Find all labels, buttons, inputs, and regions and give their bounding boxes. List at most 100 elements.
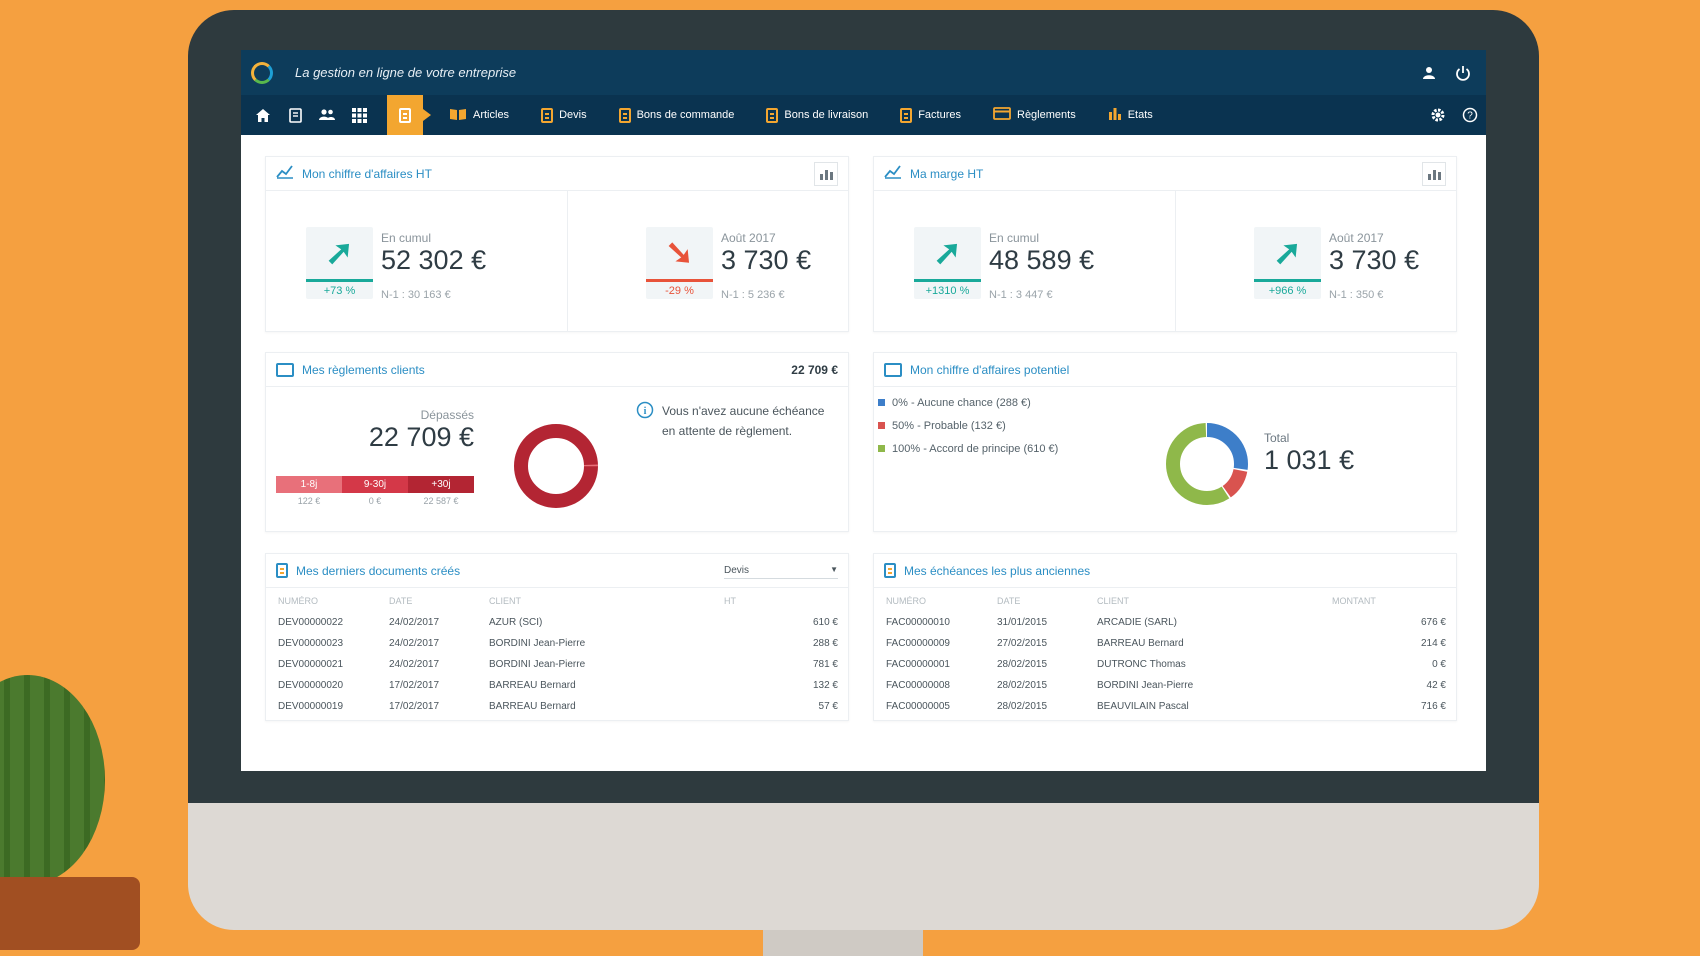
cell-ht: 610 € bbox=[812, 617, 838, 628]
document-type-select[interactable]: Devis ▼ bbox=[724, 563, 838, 579]
kpi-previous: N-1 : 350 € bbox=[1329, 289, 1384, 301]
panel-title: Mes règlements clients bbox=[302, 362, 425, 377]
table-row[interactable]: DEV00000022 24/02/2017 AZUR (SCI) 610 € bbox=[278, 612, 838, 633]
panel-title: Mon chiffre d'affaires potentiel bbox=[910, 362, 1070, 377]
contacts-book-icon[interactable] bbox=[279, 95, 311, 135]
nav-bons-livraison[interactable]: Bons de livraison bbox=[750, 95, 884, 135]
bucket-amount: 22 587 € bbox=[423, 496, 459, 506]
cell-ht: 132 € bbox=[812, 680, 838, 691]
cell-client: BARREAU Bernard bbox=[489, 680, 576, 691]
table-row[interactable]: DEV00000020 17/02/2017 BARREAU Bernard 132 … bbox=[278, 675, 838, 696]
nav-reglements[interactable]: Règlements bbox=[977, 95, 1092, 135]
arrow-up-icon: ➚ bbox=[1273, 234, 1302, 272]
cell-client: AZUR (SCI) bbox=[489, 617, 543, 628]
top-bar: La gestion en ligne de votre entreprise bbox=[241, 50, 1486, 95]
panel-title: Ma marge HT bbox=[910, 166, 984, 181]
cell-date: 28/02/2015 bbox=[997, 659, 1048, 670]
chart-toggle-button[interactable] bbox=[1422, 161, 1446, 186]
cell-date: 24/02/2017 bbox=[389, 659, 440, 670]
cell-client: BEAUVILAIN Pascal bbox=[1097, 701, 1189, 712]
cell-montant: 716 € bbox=[1420, 701, 1446, 712]
nav-factures-label: Factures bbox=[918, 109, 961, 121]
nav-reglements-label: Règlements bbox=[1017, 109, 1076, 121]
svg-text:?: ? bbox=[1467, 111, 1473, 122]
legend-label: 50% - Probable (132 €) bbox=[892, 419, 1006, 432]
cell-date: 28/02/2015 bbox=[997, 680, 1048, 691]
kpi-label: Août 2017 bbox=[721, 231, 776, 245]
chevron-down-icon: ▼ bbox=[830, 564, 838, 574]
bucket-label: +30j bbox=[408, 476, 474, 493]
users-icon[interactable] bbox=[311, 95, 343, 135]
table-row[interactable]: FAC00000005 28/02/2015 BEAUVILAIN Pascal 71… bbox=[886, 696, 1446, 717]
power-icon[interactable] bbox=[1450, 60, 1476, 86]
documents-menu-button[interactable] bbox=[387, 95, 431, 135]
cell-date: 31/01/2015 bbox=[997, 617, 1048, 628]
user-icon[interactable] bbox=[1416, 60, 1442, 86]
cell-montant: 0 € bbox=[1432, 659, 1446, 670]
nav-etats[interactable]: Etats bbox=[1092, 95, 1169, 135]
monitor-stand bbox=[763, 930, 923, 956]
nav-bons-commande[interactable]: Bons de commande bbox=[603, 95, 751, 135]
column-header: DATE bbox=[389, 596, 413, 606]
kpi-marge-cumul: ➚ +1310 % En cumul 48 589 € N-1 : 3 447 … bbox=[914, 227, 1094, 301]
kpi-label: En cumul bbox=[989, 231, 1040, 245]
table-row[interactable]: DEV00000019 17/02/2017 BARREAU Bernard 57 € bbox=[278, 696, 838, 717]
table-row[interactable]: FAC00000008 28/02/2015 BORDINI Jean-Pierre… bbox=[886, 675, 1446, 696]
panel-derniers-documents: Mes derniers documents créés Devis ▼ NUM… bbox=[265, 553, 849, 721]
nav-devis[interactable]: Devis bbox=[525, 95, 603, 135]
column-header: HT bbox=[724, 596, 736, 606]
table-row[interactable]: DEV00000023 24/02/2017 BORDINI Jean-Pierre… bbox=[278, 633, 838, 654]
nav-articles-label: Articles bbox=[473, 109, 510, 121]
chart-toggle-button[interactable] bbox=[814, 161, 838, 186]
table-row[interactable]: FAC00000001 28/02/2015 DUTRONC Thomas 0 € bbox=[886, 654, 1446, 675]
reglements-total: 22 709 € bbox=[791, 362, 838, 377]
panel-title: Mes derniers documents créés bbox=[296, 563, 461, 578]
cell-ht: 57 € bbox=[818, 701, 838, 712]
cell-numero: DEV00000019 bbox=[278, 701, 344, 712]
documents-table: NUMÉRO DATE CLIENT HT DEV00000022 24/02/2… bbox=[278, 590, 838, 717]
book-icon bbox=[449, 107, 467, 124]
select-value: Devis bbox=[724, 564, 750, 576]
cell-numero: DEV00000023 bbox=[278, 638, 344, 649]
kpi-value: 3 730 € bbox=[1329, 245, 1420, 275]
cell-montant: 676 € bbox=[1420, 617, 1446, 628]
nav-articles[interactable]: Articles bbox=[433, 95, 525, 135]
arrow-down-icon: ➘ bbox=[665, 234, 694, 272]
svg-text:i: i bbox=[644, 406, 647, 417]
kpi-previous: N-1 : 5 236 € bbox=[721, 289, 785, 301]
document-icon bbox=[399, 107, 411, 123]
settings-gear-icon[interactable] bbox=[1422, 95, 1454, 135]
cell-date: 24/02/2017 bbox=[389, 617, 440, 628]
aging-bucket: 9-30j 0 € bbox=[342, 476, 408, 506]
nav-etats-label: Etats bbox=[1127, 109, 1153, 121]
overdue-label: Dépassés bbox=[420, 408, 474, 422]
panel-marge: Ma marge HT ➚ +1310 % En cumul 48 589 € … bbox=[873, 156, 1457, 332]
app-tagline: La gestion en ligne de votre entreprise bbox=[295, 65, 517, 80]
help-icon[interactable]: ? bbox=[1454, 95, 1486, 135]
panel-chiffre-affaires: Mon chiffre d'affaires HT ➚ +73 % En cum… bbox=[265, 156, 849, 332]
legend-item: 50% - Probable (132 €) bbox=[878, 414, 1058, 437]
line-chart-icon bbox=[276, 163, 294, 184]
potentiel-donut-chart bbox=[1166, 423, 1248, 505]
apps-grid-icon[interactable] bbox=[343, 95, 375, 135]
table-row[interactable]: FAC00000009 27/02/2015 BARREAU Bernard 214 … bbox=[886, 633, 1446, 654]
cell-montant: 214 € bbox=[1420, 638, 1446, 649]
cell-client: BORDINI Jean-Pierre bbox=[1097, 680, 1194, 691]
nav-bons-commande-label: Bons de commande bbox=[636, 109, 735, 121]
kpi-percent: +966 % bbox=[1254, 279, 1321, 297]
info-icon: i bbox=[636, 401, 654, 441]
potentiel-legend: 0% - Aucune chance (288 €) 50% - Probabl… bbox=[878, 391, 1058, 460]
app-logo[interactable] bbox=[251, 61, 273, 84]
bucket-label: 9-30j bbox=[342, 476, 408, 493]
aging-bucket: +30j 22 587 € bbox=[408, 476, 474, 506]
cell-client: ARCADIE (SARL) bbox=[1097, 617, 1178, 628]
document-icon bbox=[541, 107, 554, 123]
column-header: NUMÉRO bbox=[886, 596, 926, 606]
home-icon[interactable] bbox=[247, 95, 279, 135]
table-row[interactable]: DEV00000021 24/02/2017 BORDINI Jean-Pierre… bbox=[278, 654, 838, 675]
arrow-up-icon: ➚ bbox=[933, 234, 962, 272]
bucket-amount: 0 € bbox=[368, 496, 382, 506]
nav-factures[interactable]: Factures bbox=[884, 95, 977, 135]
table-row[interactable]: FAC00000010 31/01/2015 ARCADIE (SARL) 676 € bbox=[886, 612, 1446, 633]
card-icon bbox=[884, 362, 902, 377]
